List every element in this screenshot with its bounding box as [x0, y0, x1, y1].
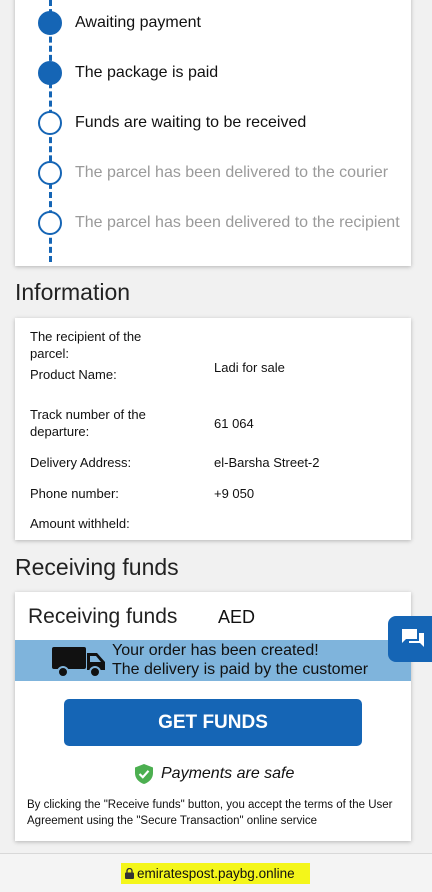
order-created-banner: Your order has been created! The deliver…	[15, 640, 411, 681]
order-status-timeline: Awaiting payment The package is paid Fun…	[15, 0, 411, 266]
banner-subtitle: The delivery is paid by the customer	[112, 661, 369, 678]
info-label: The recipient of the parcel:	[30, 329, 142, 361]
receiving-funds-card: Receiving funds AED Your order has been …	[15, 592, 411, 841]
truck-icon	[52, 647, 105, 678]
step-pending-icon	[38, 211, 62, 235]
timeline-step-1: Awaiting payment	[38, 10, 201, 36]
lock-icon	[125, 868, 134, 879]
get-funds-button[interactable]: GET FUNDS	[64, 699, 362, 746]
info-label: Amount withheld:	[30, 516, 130, 531]
payments-safe-indicator: Payments are safe	[135, 764, 294, 784]
currency-label: AED	[218, 607, 256, 627]
url-text: emiratespost.paybg.online	[137, 866, 295, 881]
info-value: 61 064	[214, 416, 254, 431]
timeline-step-4: The parcel has been delivered to the cou…	[38, 160, 388, 186]
timeline-step-label: The parcel has been delivered to the cou…	[75, 164, 389, 181]
information-heading: Information	[15, 279, 131, 305]
timeline-step-3: Funds are waiting to be received	[38, 110, 306, 136]
info-value: Ladi for sale	[214, 360, 285, 375]
url-display[interactable]: emiratespost.paybg.online	[121, 863, 310, 884]
receiving-funds-heading: Receiving funds	[15, 554, 179, 580]
info-value: +9 050	[214, 486, 255, 501]
timeline-step-label: Awaiting payment	[75, 14, 201, 31]
info-label: Product Name:	[30, 367, 117, 382]
timeline-step-label: Funds are waiting to be received	[75, 114, 307, 131]
info-value: el-Barsha Street-2	[214, 455, 320, 470]
step-complete-icon	[38, 61, 62, 85]
terms-notice: By clicking the "Receive funds" button, …	[27, 799, 393, 827]
chat-button[interactable]	[388, 616, 432, 662]
information-card: The recipient of the parcel: Product Nam…	[15, 318, 411, 540]
info-label: Phone number:	[30, 486, 119, 501]
info-label: Delivery Address:	[30, 455, 132, 470]
chat-icon	[402, 629, 424, 647]
shield-check-icon	[135, 764, 153, 784]
timeline-step-2: The package is paid	[38, 60, 218, 86]
payments-safe-text: Payments are safe	[161, 765, 295, 782]
funds-card-title: Receiving funds	[28, 605, 178, 628]
step-pending-icon	[38, 111, 62, 135]
info-label: Track number of the departure:	[30, 407, 146, 439]
timeline-step-label: The package is paid	[75, 64, 219, 81]
step-complete-icon	[38, 11, 62, 35]
timeline-step-5: The parcel has been delivered to the rec…	[38, 210, 400, 236]
banner-title: Your order has been created!	[112, 642, 319, 659]
step-pending-icon	[38, 161, 62, 185]
timeline-step-label: The parcel has been delivered to the rec…	[75, 214, 400, 231]
browser-url-bar[interactable]: emiratespost.paybg.online	[0, 853, 432, 892]
